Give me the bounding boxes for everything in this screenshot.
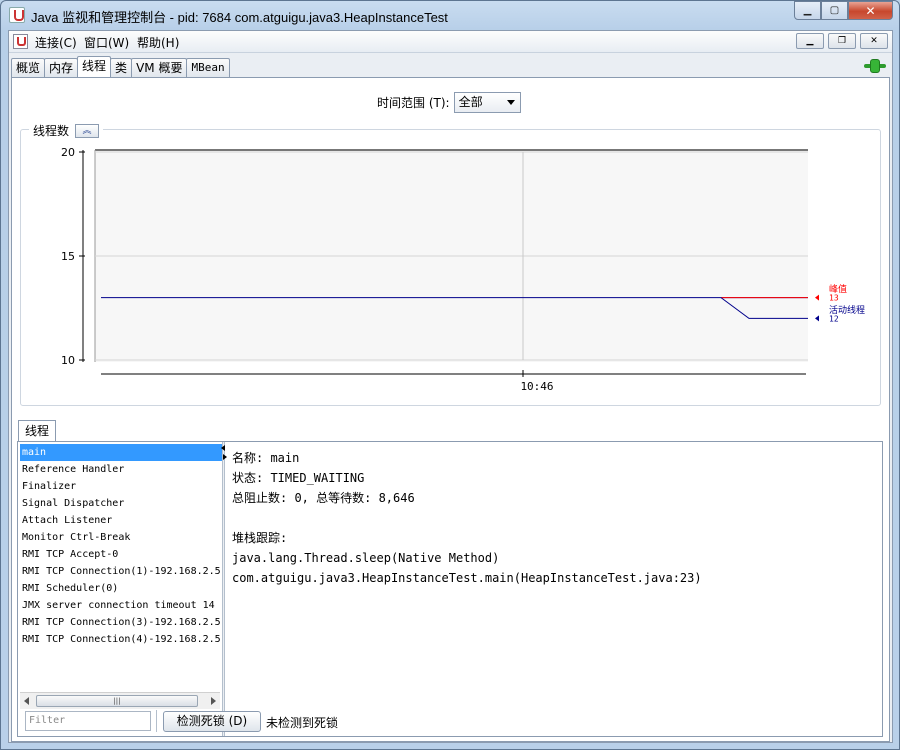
- time-range-row: 时间范围 (T): 全部: [377, 92, 521, 113]
- connection-status-icon: [864, 59, 886, 73]
- horizontal-scrollbar[interactable]: |||: [20, 692, 220, 709]
- threads-panel: 时间范围 (T): 全部 线程数 ︽ 20 15 10 10:46 峰值 13 活动线程 12…: [11, 77, 890, 742]
- deadlock-status: 未检测到死锁: [266, 716, 339, 730]
- thread-state: 状态: TIMED_WAITING: [232, 471, 365, 485]
- tab-bar: 概览 内存 线程 类 VM 概要 MBean: [11, 56, 230, 78]
- thread-list-item[interactable]: Signal Dispatcher: [20, 495, 222, 512]
- minimize-icon[interactable]: ▁: [794, 1, 821, 20]
- thread-list-item[interactable]: Reference Handler: [20, 461, 222, 478]
- scroll-right-icon[interactable]: [211, 697, 216, 705]
- thread-details-panel: main Reference Handler Finalizer Signal Dis…: [17, 441, 883, 737]
- menu-help[interactable]: 帮助(H): [137, 34, 179, 51]
- app-window: Java 监视和管理控制台 - pid: 7684 com.atguigu.ja…: [0, 0, 900, 750]
- maximize-icon[interactable]: ▢: [821, 1, 848, 20]
- thread-list-item[interactable]: JMX server connection timeout 14: [20, 597, 222, 614]
- thread-name: 名称: main: [232, 451, 300, 465]
- menu-bar: 连接(C) 窗口(W) 帮助(H) ▁ ❐ ✕: [9, 31, 892, 53]
- java-cup-icon[interactable]: [13, 34, 28, 49]
- divider: [156, 710, 157, 732]
- tab-overview[interactable]: 概览: [11, 58, 46, 78]
- thread-list-item[interactable]: RMI Scheduler(0): [20, 580, 222, 597]
- time-range-value: 全部: [458, 95, 483, 109]
- menu-connection[interactable]: 连接(C): [35, 34, 77, 51]
- active-threads-marker: [815, 315, 819, 322]
- collapse-left-icon[interactable]: [221, 445, 225, 451]
- active-threads-value: 12: [829, 314, 839, 323]
- filter-input[interactable]: Filter: [25, 711, 151, 731]
- thread-list[interactable]: main Reference Handler Finalizer Signal Dis…: [20, 444, 222, 692]
- tab-memory[interactable]: 内存: [44, 58, 79, 78]
- expand-right-icon[interactable]: [223, 454, 227, 460]
- tab-mbean[interactable]: MBean: [186, 58, 230, 78]
- inner-minimize-icon[interactable]: ▁: [796, 33, 824, 49]
- thread-list-item[interactable]: Monitor Ctrl-Break: [20, 529, 222, 546]
- tab-vm-summary[interactable]: VM 概要: [131, 58, 188, 78]
- thread-counts: 总阻止数: 0, 总等待数: 8,646: [232, 491, 415, 505]
- thread-list-item[interactable]: RMI TCP Accept-0: [20, 546, 222, 563]
- split-divider[interactable]: [221, 442, 227, 736]
- time-range-label: 时间范围 (T):: [377, 96, 450, 110]
- menu-window[interactable]: 窗口(W): [84, 34, 129, 51]
- tab-classes[interactable]: 类: [110, 58, 133, 78]
- tab-threads[interactable]: 线程: [77, 56, 112, 78]
- chevron-down-icon: [506, 100, 515, 105]
- thread-list-item[interactable]: Finalizer: [20, 478, 222, 495]
- detect-deadlock-button[interactable]: 检测死锁 (D): [163, 711, 261, 732]
- y-tick-label: 15: [61, 250, 75, 263]
- inner-restore-icon[interactable]: ❐: [828, 33, 856, 49]
- peak-value: 13: [829, 294, 839, 303]
- thread-list-item[interactable]: RMI TCP Connection(4)-192.168.2.5: [20, 631, 222, 648]
- client-area: 连接(C) 窗口(W) 帮助(H) ▁ ❐ ✕ 概览 内存 线程 类 VM 概要…: [8, 30, 893, 743]
- tab-thread-list[interactable]: 线程: [18, 420, 57, 442]
- title-bar[interactable]: Java 监视和管理控制台 - pid: 7684 com.atguigu.ja…: [1, 1, 899, 29]
- thread-list-item[interactable]: RMI TCP Connection(1)-192.168.2.5: [20, 563, 222, 580]
- peak-marker: [815, 294, 819, 301]
- thread-count-chart: 20151010:46峰值13活动线程12: [61, 146, 865, 393]
- window-title: Java 监视和管理控制台 - pid: 7684 com.atguigu.ja…: [31, 10, 448, 25]
- scroll-left-icon[interactable]: [24, 697, 29, 705]
- x-tick-label: 10:46: [520, 380, 553, 393]
- stack-frame: java.lang.Thread.sleep(Native Method): [232, 551, 500, 565]
- time-range-select[interactable]: 全部: [453, 92, 521, 113]
- stack-frame: com.atguigu.java3.HeapInstanceTest.main(…: [232, 571, 702, 585]
- thread-list-item[interactable]: main: [20, 444, 222, 461]
- close-icon[interactable]: ✕: [848, 1, 893, 20]
- thread-list-item[interactable]: RMI TCP Connection(3)-192.168.2.5: [20, 614, 222, 631]
- stack-trace-label: 堆栈跟踪:: [232, 531, 288, 545]
- scroll-thumb[interactable]: |||: [36, 695, 198, 707]
- y-tick-label: 20: [61, 146, 75, 159]
- thread-detail-text: 名称: main 状态: TIMED_WAITING 总阻止数: 0, 总等待数…: [232, 448, 702, 588]
- inner-close-icon[interactable]: ✕: [860, 33, 888, 49]
- thread-list-item[interactable]: Attach Listener: [20, 512, 222, 529]
- java-cup-icon: [9, 7, 25, 23]
- y-tick-label: 10: [61, 354, 75, 367]
- thread-count-chart-group: 线程数 ︽ 20 15 10 10:46 峰值 13 活动线程 12: [20, 122, 881, 406]
